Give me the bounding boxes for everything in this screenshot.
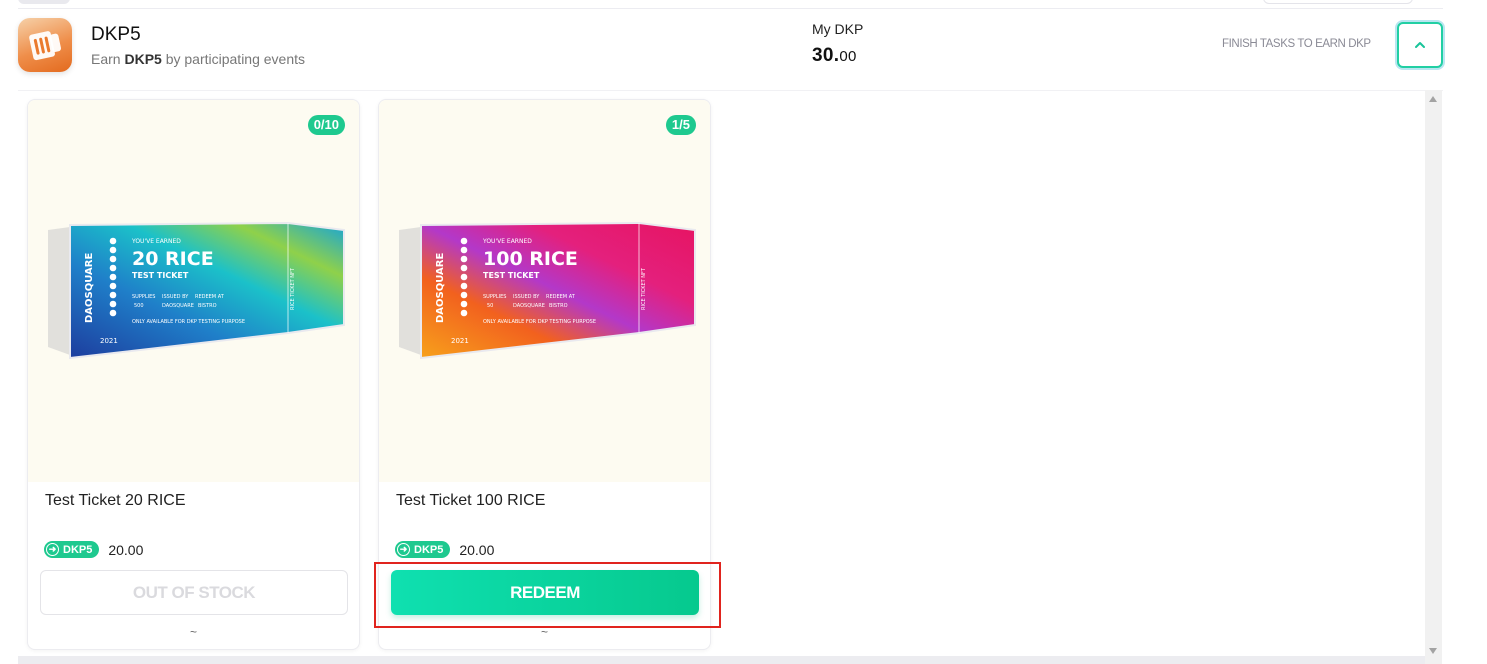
- page: DKP5 Earn DKP5 by participating events M…: [0, 0, 1487, 664]
- ticket-earned: YOU'VE EARNED: [482, 238, 532, 245]
- product-card: 0/10 DAOSQUARE YOU'VE EARNED 20 RICE TES…: [27, 99, 360, 650]
- svg-text:ONLY AVAILABLE FOR DKP TESTING: ONLY AVAILABLE FOR DKP TESTING PURPOSE: [483, 319, 596, 325]
- card-footer: ~: [189, 625, 197, 639]
- ticket-kind: TEST TICKET: [132, 271, 189, 280]
- svg-text:RICE TICKET NFT: RICE TICKET NFT: [290, 267, 296, 310]
- ticket-earned: YOU'VE EARNED: [131, 238, 181, 245]
- ticket-amount: 100 RICE: [483, 248, 578, 270]
- svg-text:BISTRO: BISTRO: [198, 303, 217, 309]
- previous-row-edge: [18, 0, 1443, 9]
- ticket-amount: 20 RICE: [132, 248, 214, 270]
- svg-text:REDEEM AT: REDEEM AT: [546, 294, 576, 300]
- my-dkp-value: 30.00: [812, 45, 857, 66]
- horizontal-scroll-track[interactable]: [18, 656, 1425, 664]
- token-badge: ➜ DKP5: [44, 541, 100, 558]
- dkp-subtitle: Earn DKP5 by participating events: [91, 51, 306, 67]
- svg-text:RICE TICKET NFT: RICE TICKET NFT: [641, 267, 647, 310]
- ticket-kind: TEST TICKET: [483, 271, 540, 280]
- rice-ticket-logo-icon: [18, 18, 72, 72]
- ticket-image: DAOSQUARE YOU'VE EARNED 100 RICE TEST TI…: [399, 221, 696, 360]
- svg-text:ONLY AVAILABLE FOR DKP TESTING: ONLY AVAILABLE FOR DKP TESTING PURPOSE: [132, 319, 245, 325]
- svg-text:SUPPLIES: SUPPLIES: [483, 294, 506, 300]
- product-image: 0/10 DAOSQUARE YOU'VE EARNED 20 RICE TES…: [28, 100, 359, 482]
- svg-text:500: 500: [134, 303, 144, 309]
- scroll-up-arrow-icon[interactable]: [1429, 96, 1437, 102]
- my-dkp-label: My DKP: [812, 21, 864, 37]
- svg-text:ISSUED BY: ISSUED BY: [513, 294, 540, 300]
- redeem-highlight-box: [374, 562, 721, 628]
- stock-badge: 0/10: [307, 115, 345, 135]
- product-name: Test Ticket 20 RICE: [45, 492, 186, 509]
- ticket-image: DAOSQUARE YOU'VE EARNED 20 RICE TEST TIC…: [48, 221, 345, 360]
- svg-text:DAOSQUARE: DAOSQUARE: [162, 303, 194, 309]
- ticket-year: 2021: [100, 337, 118, 345]
- product-price: 20.00: [459, 541, 495, 558]
- product-price: 20.00: [108, 541, 144, 558]
- vertical-scrollbar[interactable]: [1425, 90, 1442, 664]
- finish-tasks-link[interactable]: FINISH TASKS TO EARN DKP: [1222, 38, 1371, 50]
- arrow-right-icon: ➜: [46, 543, 59, 556]
- svg-text:REDEEM AT: REDEEM AT: [195, 294, 225, 300]
- chevron-up-icon: [1415, 42, 1425, 48]
- dkp-title: DKP5: [91, 24, 141, 45]
- price-row: ➜ DKP5 20.00: [395, 541, 494, 558]
- collapse-button[interactable]: [1397, 22, 1443, 68]
- scroll-down-arrow-icon[interactable]: [1429, 648, 1437, 654]
- svg-text:BISTRO: BISTRO: [549, 303, 568, 309]
- ticket-brand: DAOSQUARE: [435, 253, 446, 323]
- out-of-stock-button[interactable]: OUT OF STOCK: [40, 570, 348, 615]
- svg-text:SUPPLIES: SUPPLIES: [132, 294, 155, 300]
- stock-badge: 1/5: [665, 115, 696, 135]
- price-row: ➜ DKP5 20.00: [44, 541, 143, 558]
- svg-text:DAOSQUARE: DAOSQUARE: [513, 303, 545, 309]
- ticket-brand: DAOSQUARE: [84, 253, 95, 323]
- ticket-year: 2021: [451, 337, 469, 345]
- product-image: 1/5 DAOSQUARE YOU'VE EARNED 100 RICE TES…: [379, 100, 710, 482]
- svg-text:ISSUED BY: ISSUED BY: [162, 294, 189, 300]
- product-name: Test Ticket 100 RICE: [396, 492, 546, 509]
- token-badge: ➜ DKP5: [395, 541, 451, 558]
- svg-text:50: 50: [487, 303, 493, 309]
- arrow-right-icon: ➜: [397, 543, 410, 556]
